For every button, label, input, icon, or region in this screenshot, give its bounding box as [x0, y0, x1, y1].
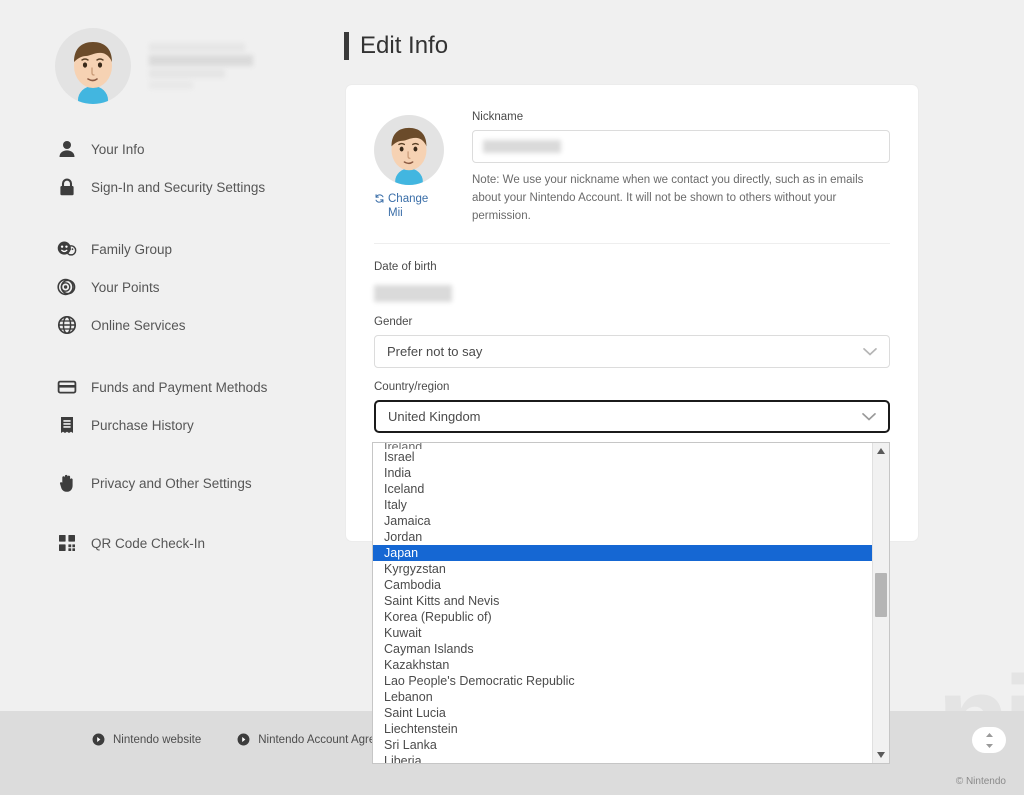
page-title: Edit Info	[360, 32, 449, 59]
nickname-input[interactable]	[472, 130, 890, 163]
sidebar-item-your-points[interactable]: Your Points	[0, 268, 340, 306]
arrow-circle-icon	[92, 733, 105, 746]
chevron-down-icon	[862, 412, 876, 421]
mii-column: Change Mii	[374, 111, 444, 225]
dropdown-option[interactable]: India	[373, 465, 872, 481]
hand-icon	[59, 474, 73, 492]
dob-label: Date of birth	[374, 261, 437, 274]
chevron-down-icon	[863, 347, 877, 356]
country-dropdown-list[interactable]: Ireland Israel India Iceland Italy Jamai…	[372, 442, 890, 764]
receipt-icon	[61, 417, 73, 433]
gender-select[interactable]: Prefer not to say	[374, 335, 890, 369]
points-circles-icon	[57, 278, 76, 296]
sidebar-item-label: Privacy and Other Settings	[91, 475, 252, 491]
country-label: Country/region	[374, 381, 450, 394]
scroll-down-arrow-icon[interactable]	[873, 747, 889, 763]
dropdown-option[interactable]: Iceland	[373, 481, 872, 497]
dropdown-option[interactable]: Cambodia	[373, 577, 872, 593]
sidebar-item-label: Online Services	[91, 317, 186, 333]
lock-icon	[60, 178, 74, 196]
dropdown-option[interactable]: Jordan	[373, 529, 872, 545]
globe-icon	[57, 315, 77, 335]
sidebar-item-label: Funds and Payment Methods	[91, 379, 268, 395]
title-accent-bar	[344, 32, 349, 60]
username-redacted	[149, 43, 254, 89]
sidebar-item-qr-check-in[interactable]: QR Code Check-In	[0, 524, 340, 562]
sidebar-item-label: Family Group	[91, 241, 173, 257]
mii-avatar-icon	[74, 42, 112, 104]
family-faces-icon	[57, 241, 77, 256]
scroll-updown-icon	[985, 732, 993, 748]
nickname-value-redacted	[483, 140, 561, 153]
scroll-toggle-button[interactable]	[972, 727, 1006, 753]
person-icon	[59, 141, 75, 157]
sidebar-item-privacy-settings[interactable]: Privacy and Other Settings	[0, 464, 340, 502]
arrow-circle-icon	[237, 733, 250, 746]
footer-link-label: Nintendo website	[113, 733, 202, 746]
sidebar-item-label: QR Code Check-In	[91, 535, 206, 551]
dropdown-option[interactable]: Korea (Republic of)	[373, 609, 872, 625]
change-mii-link[interactable]: Change Mii	[374, 192, 444, 221]
dropdown-scrollbar[interactable]	[872, 443, 889, 763]
dropdown-option[interactable]: Jamaica	[373, 513, 872, 529]
sidebar-profile	[0, 0, 340, 104]
dropdown-option[interactable]: Lao People's Democratic Republic	[373, 673, 872, 689]
country-select[interactable]: United Kingdom	[374, 400, 890, 434]
copyright-text: © Nintendo	[955, 776, 1006, 787]
dropdown-option[interactable]: Italy	[373, 497, 872, 513]
main-content: Edit Info Change Mii Nickname Note: We u…	[340, 0, 1024, 543]
page-title-wrap: Edit Info	[340, 0, 1024, 60]
sidebar-item-signin-security[interactable]: Sign-In and Security Settings	[0, 168, 340, 206]
dropdown-option[interactable]: Israel	[373, 449, 872, 465]
scrollbar-thumb[interactable]	[875, 573, 887, 617]
sidebar-item-label: Purchase History	[91, 417, 194, 433]
sidebar-item-label: Your Points	[91, 279, 160, 295]
scroll-up-arrow-icon[interactable]	[873, 443, 889, 459]
gender-selected-value: Prefer not to say	[387, 344, 483, 360]
gender-label: Gender	[374, 316, 413, 329]
mii-avatar	[374, 115, 444, 185]
dob-value	[374, 280, 890, 306]
change-mii-label: Change Mii	[388, 193, 429, 220]
footer-link-nintendo-website[interactable]: Nintendo website	[92, 733, 201, 746]
dropdown-option[interactable]: Sri Lanka	[373, 737, 872, 753]
dropdown-option[interactable]: Lebanon	[373, 689, 872, 705]
sidebar-item-family-group[interactable]: Family Group	[0, 230, 340, 268]
sidebar-item-label: Your Info	[91, 141, 145, 157]
dropdown-option-selected[interactable]: Japan	[373, 545, 872, 561]
page-root: ni	[0, 0, 1024, 795]
sidebar: Your Info Sign-In and Security Settings	[0, 0, 340, 562]
mii-avatar-icon	[391, 127, 427, 185]
dropdown-option[interactable]: Liberia	[373, 753, 872, 763]
sidebar-item-your-info[interactable]: Your Info	[0, 130, 340, 168]
sidebar-item-funds-payment[interactable]: Funds and Payment Methods	[0, 368, 340, 406]
qr-code-icon	[59, 535, 75, 551]
dropdown-option[interactable]: Kyrgyzstan	[373, 561, 872, 577]
credit-card-icon	[57, 380, 77, 394]
dob-section: Date of birth	[374, 244, 890, 306]
sidebar-item-purchase-history[interactable]: Purchase History	[0, 406, 340, 444]
country-selected-value: United Kingdom	[388, 409, 481, 425]
dropdown-option[interactable]: Liechtenstein	[373, 721, 872, 737]
sidebar-nav: Your Info Sign-In and Security Settings	[0, 130, 340, 562]
sidebar-item-label: Sign-In and Security Settings	[91, 179, 266, 195]
dropdown-option[interactable]: Saint Kitts and Nevis	[373, 593, 872, 609]
dropdown-option[interactable]: Saint Lucia	[373, 705, 872, 721]
refresh-icon	[375, 194, 384, 203]
dob-value-redacted	[374, 284, 452, 302]
nickname-field-group: Nickname Note: We use your nickname when…	[472, 111, 890, 225]
country-section: Country/region United Kingdom	[374, 368, 890, 434]
dropdown-option[interactable]: Cayman Islands	[373, 641, 872, 657]
nickname-note: Note: We use your nickname when we conta…	[472, 174, 864, 222]
dropdown-option[interactable]: Kuwait	[373, 625, 872, 641]
gender-section: Gender Prefer not to say	[374, 306, 890, 369]
sidebar-item-online-services[interactable]: Online Services	[0, 306, 340, 344]
dropdown-option[interactable]: Kazakhstan	[373, 657, 872, 673]
nickname-label: Nickname	[472, 111, 524, 123]
avatar	[55, 28, 131, 104]
dropdown-options: Ireland Israel India Iceland Italy Jamai…	[373, 443, 872, 763]
